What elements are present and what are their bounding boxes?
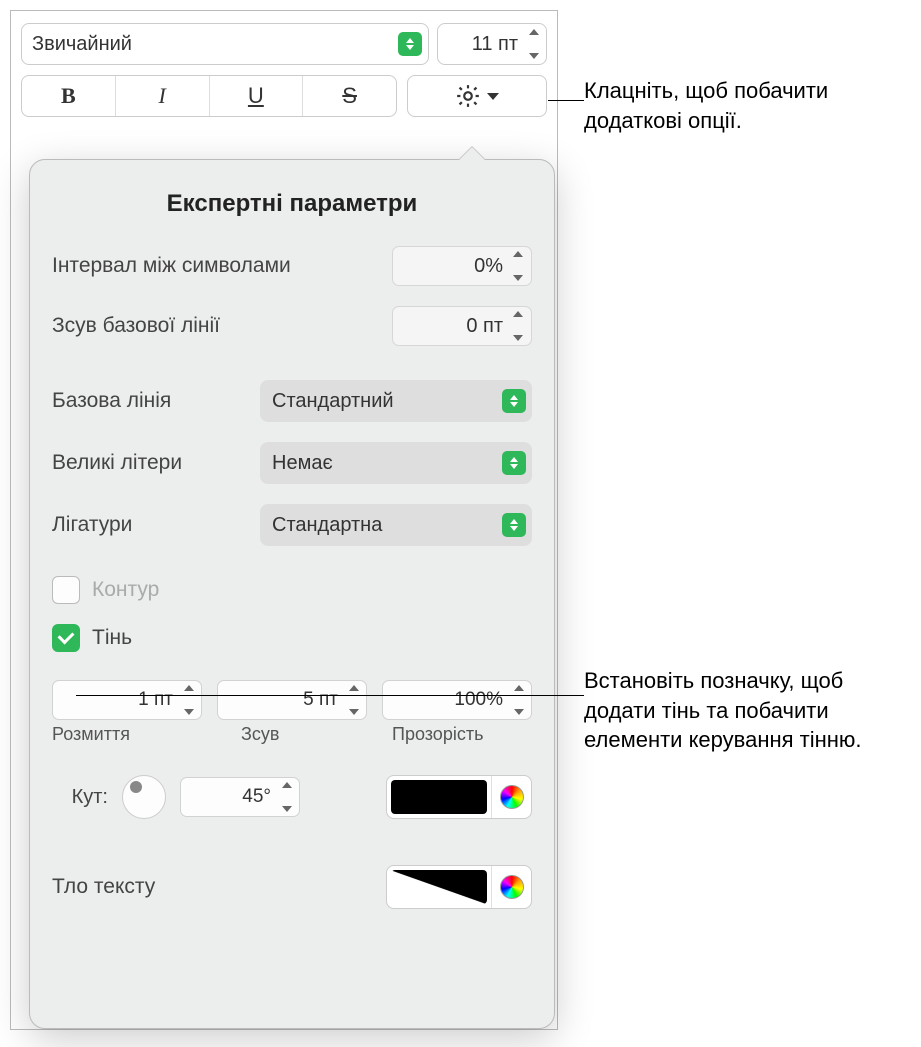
baseline-row: Базова лінія Стандартний: [30, 370, 554, 432]
style-row: B I U S: [11, 71, 557, 129]
text-bg-label: Тло тексту: [52, 875, 386, 899]
capitals-value: Немає: [272, 452, 333, 475]
ligatures-select[interactable]: Стандартна: [260, 504, 532, 546]
color-wheel-icon: [500, 875, 524, 899]
shadow-offset-value: 5 пт: [303, 689, 338, 711]
shadow-opacity-value: 100%: [454, 689, 503, 711]
color-picker-button[interactable]: [491, 776, 531, 818]
strikethrough-icon: S: [342, 83, 357, 109]
italic-button[interactable]: I: [116, 76, 210, 116]
angle-stepper[interactable]: 45°: [180, 777, 300, 817]
font-style-value: Звичайний: [32, 33, 132, 56]
shadow-color-well[interactable]: [386, 775, 532, 819]
shadow-angle-row: Кут: 45°: [30, 759, 554, 835]
shadow-blur-stepper[interactable]: 1 пт: [52, 680, 202, 720]
advanced-options-button[interactable]: [407, 75, 547, 117]
stepper-arrows-icon: [278, 782, 296, 812]
baseline-select[interactable]: Стандартний: [260, 380, 532, 422]
shadow-color-swatch: [391, 780, 487, 814]
font-size-stepper[interactable]: 11 пт: [437, 23, 547, 65]
char-spacing-label: Інтервал між символами: [52, 254, 382, 278]
callout-line: [76, 695, 584, 696]
dropdown-arrows-icon: [502, 451, 526, 475]
outline-label: Контур: [92, 578, 159, 602]
char-spacing-value: 0%: [474, 255, 503, 278]
gear-icon: [455, 83, 481, 109]
text-bg-color-well[interactable]: [386, 865, 532, 909]
advanced-options-popover: Експертні параметри Інтервал між символа…: [29, 159, 555, 1029]
baseline-shift-stepper[interactable]: 0 пт: [392, 306, 532, 346]
stepper-arrows-icon: [509, 251, 527, 281]
font-size-value: 11 пт: [472, 33, 518, 56]
shadow-opacity-label: Прозорість: [382, 724, 532, 745]
callout-line: [548, 100, 584, 101]
color-picker-button[interactable]: [491, 866, 531, 908]
strikethrough-button[interactable]: S: [303, 76, 396, 116]
angle-value: 45°: [242, 786, 271, 808]
color-wheel-icon: [500, 785, 524, 809]
bold-button[interactable]: B: [22, 76, 116, 116]
text-style-segmented: B I U S: [21, 75, 397, 117]
italic-icon: I: [158, 83, 165, 109]
angle-indicator-icon: [130, 781, 142, 793]
dropdown-arrows-icon: [398, 32, 422, 56]
font-style-select[interactable]: Звичайний: [21, 23, 429, 65]
baseline-shift-row: Зсув базової лінії 0 пт: [30, 296, 554, 356]
ligatures-row: Лігатури Стандартна: [30, 494, 554, 556]
shadow-label: Тінь: [92, 626, 132, 650]
underline-icon: U: [248, 83, 264, 109]
shadow-params: 1 пт 5 пт 100%: [30, 662, 554, 722]
gear-annotation: Клацніть, щоб побачити додаткові опції.: [584, 76, 894, 135]
shadow-annotation: Встановіть позначку, щоб додати тінь та …: [584, 666, 894, 755]
stepper-arrows-icon: [180, 685, 198, 715]
shadow-checkbox[interactable]: [52, 624, 80, 652]
dropdown-arrows-icon: [502, 513, 526, 537]
stepper-arrows-icon: [345, 685, 363, 715]
shadow-blur-label: Розмиття: [52, 724, 202, 745]
bold-icon: B: [61, 83, 76, 109]
shadow-blur-value: 1 пт: [138, 689, 173, 711]
dropdown-arrows-icon: [502, 389, 526, 413]
capitals-select[interactable]: Немає: [260, 442, 532, 484]
text-bg-swatch: [391, 870, 487, 904]
baseline-shift-value: 0 пт: [466, 315, 503, 338]
chevron-down-icon: [487, 93, 499, 100]
baseline-shift-label: Зсув базової лінії: [52, 314, 382, 338]
popover-arrow: [458, 147, 486, 161]
angle-dial[interactable]: [122, 775, 166, 819]
capitals-label: Великі літери: [52, 451, 250, 475]
ligatures-label: Лігатури: [52, 513, 250, 537]
font-row: Звичайний 11 пт: [11, 11, 557, 71]
shadow-offset-label: Зсув: [217, 724, 367, 745]
baseline-value: Стандартний: [272, 390, 394, 413]
char-spacing-stepper[interactable]: 0%: [392, 246, 532, 286]
ligatures-value: Стандартна: [272, 514, 382, 537]
shadow-opacity-stepper[interactable]: 100%: [382, 680, 532, 720]
outline-row: Контур: [30, 566, 554, 614]
stepper-arrows-icon: [509, 311, 527, 341]
shadow-row: Тінь: [30, 614, 554, 662]
text-bg-row: Тло тексту: [30, 835, 554, 925]
angle-label: Кут:: [52, 786, 108, 809]
stepper-arrows-icon: [525, 29, 543, 59]
shadow-offset-stepper[interactable]: 5 пт: [217, 680, 367, 720]
capitals-row: Великі літери Немає: [30, 432, 554, 494]
format-panel: Звичайний 11 пт B I U S Експертні параме…: [10, 10, 558, 1030]
baseline-label: Базова лінія: [52, 389, 250, 413]
char-spacing-row: Інтервал між символами 0%: [30, 236, 554, 296]
underline-button[interactable]: U: [210, 76, 304, 116]
stepper-arrows-icon: [510, 685, 528, 715]
outline-checkbox[interactable]: [52, 576, 80, 604]
popover-title: Експертні параметри: [30, 160, 554, 236]
checkmark-icon: [58, 628, 75, 645]
shadow-param-labels: Розмиття Зсув Прозорість: [30, 722, 554, 759]
